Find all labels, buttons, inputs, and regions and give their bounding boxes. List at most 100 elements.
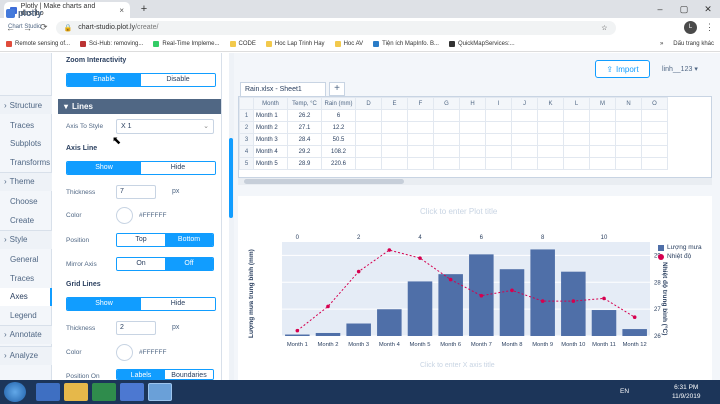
language-indicator[interactable]: EN (620, 388, 629, 395)
labels-button[interactable]: Labels (117, 370, 165, 379)
grid-cell[interactable]: 220.6 (321, 157, 356, 170)
column-header[interactable]: H (459, 97, 486, 110)
grid-cell[interactable] (433, 133, 460, 146)
sheet-tab[interactable]: Rain.xlsx - Sheet1 (240, 82, 326, 96)
grid-scrollbar[interactable] (238, 178, 712, 185)
bookmark-item[interactable]: Sci-Hub: removing... (80, 41, 143, 47)
grid-cell[interactable] (641, 145, 668, 158)
column-header[interactable]: M (589, 97, 616, 110)
zoom-disable-button[interactable]: Disable (141, 74, 215, 86)
nav-item-traces[interactable]: Traces (0, 269, 52, 287)
grid-cell[interactable] (615, 157, 642, 170)
nav-section-structure[interactable]: › Structure (0, 95, 52, 114)
avatar[interactable]: L (684, 21, 697, 34)
grid-cell[interactable] (485, 121, 512, 134)
grid-cell[interactable]: 28.9 (287, 157, 322, 170)
grid-cell[interactable] (511, 121, 538, 134)
grid-cell[interactable] (355, 121, 382, 134)
grid-cell[interactable] (563, 133, 590, 146)
grid-cell[interactable]: 12.2 (321, 121, 356, 134)
nav-item-legend[interactable]: Legend (0, 306, 52, 324)
grid-cell[interactable]: 50.5 (321, 133, 356, 146)
grid-cell[interactable] (381, 109, 408, 122)
row-header[interactable]: 2 (239, 121, 254, 134)
nav-item-subplots[interactable]: Subplots (0, 135, 52, 153)
column-header[interactable]: E (381, 97, 408, 110)
grid-thickness-input[interactable]: 2 (116, 321, 156, 335)
grid-cell[interactable] (615, 145, 642, 158)
grid-cell[interactable] (459, 145, 486, 158)
grid-cell[interactable] (485, 133, 512, 146)
grid-cell[interactable] (459, 157, 486, 170)
grid-cell[interactable] (433, 157, 460, 170)
grid-cell[interactable]: 26.2 (287, 109, 322, 122)
grid-corner[interactable] (239, 97, 254, 110)
grid-cell[interactable] (537, 121, 564, 134)
grid-cell[interactable]: 29.2 (287, 145, 322, 158)
axis-line-show-button[interactable]: Show (67, 162, 141, 174)
nav-item-general[interactable]: General (0, 251, 52, 269)
star-icon[interactable]: ☆ (601, 24, 607, 32)
grid-cell[interactable] (511, 145, 538, 158)
grid-cell[interactable] (381, 145, 408, 158)
grid-cell[interactable] (615, 121, 642, 134)
grid-cell[interactable]: 6 (321, 109, 356, 122)
column-header[interactable]: G (433, 97, 460, 110)
column-header[interactable]: F (407, 97, 434, 110)
grid-cell[interactable] (459, 121, 486, 134)
grid-cell[interactable] (537, 145, 564, 158)
zoom-enable-button[interactable]: Enable (67, 74, 141, 86)
grid-cell[interactable] (641, 121, 668, 134)
url-field[interactable]: 🔒 chart-studio.plot.ly/create/ ☆ (55, 20, 616, 35)
column-header[interactable]: N (615, 97, 642, 110)
grid-cell[interactable] (355, 145, 382, 158)
close-tab-icon[interactable]: × (119, 6, 124, 15)
row-header[interactable]: 4 (239, 145, 254, 158)
nav-section-analyze[interactable]: › Analyze (0, 345, 52, 365)
grid-cell[interactable] (407, 121, 434, 134)
grid-cell[interactable] (355, 157, 382, 170)
grid-cell[interactable] (407, 157, 434, 170)
grid-cell[interactable]: Month 1 (253, 109, 288, 122)
minimize-icon[interactable]: – (648, 0, 672, 18)
system-clock[interactable]: 6:31 PM 11/9/2019 (672, 383, 700, 401)
grid-cell[interactable] (563, 145, 590, 158)
grid-cell[interactable] (511, 109, 538, 122)
column-header[interactable]: Temp, °C (287, 97, 322, 110)
grid-cell[interactable] (641, 109, 668, 122)
bookmark-item[interactable]: Hoc Lap Trinh Hay (265, 41, 325, 47)
nav-item-axes[interactable]: Axes (0, 287, 52, 306)
column-header[interactable]: Month (253, 97, 288, 110)
grid-cell[interactable] (407, 145, 434, 158)
grid-cell[interactable]: Month 4 (253, 145, 288, 158)
grid-cell[interactable] (355, 109, 382, 122)
grid-cell[interactable] (485, 145, 512, 158)
maximize-icon[interactable]: ▢ (672, 0, 696, 18)
grid-cell[interactable] (537, 157, 564, 170)
row-header[interactable]: 1 (239, 109, 254, 122)
grid-show-button[interactable]: Show (67, 298, 141, 310)
column-header[interactable]: K (537, 97, 564, 110)
grid-cell[interactable] (589, 157, 616, 170)
excel-icon[interactable] (92, 383, 116, 401)
y-axis-title[interactable]: Lượng mưa trung bình (mm) (248, 249, 255, 338)
legend-item-temp[interactable]: Nhiệt độ (658, 253, 702, 260)
new-tab-button[interactable]: + (137, 3, 151, 16)
close-window-icon[interactable]: ✕ (696, 0, 720, 18)
nav-item-create[interactable]: Create (0, 211, 52, 229)
import-button[interactable]: ⇪ Import (595, 60, 650, 78)
grid-cell[interactable] (485, 157, 512, 170)
nav-section-annotate[interactable]: › Annotate (0, 324, 52, 344)
axis-line-hide-button[interactable]: Hide (141, 162, 215, 174)
row-header[interactable]: 3 (239, 133, 254, 146)
grid-cell[interactable] (433, 109, 460, 122)
grid-cell[interactable]: 108.2 (321, 145, 356, 158)
grid-cell[interactable] (459, 109, 486, 122)
grid-cell[interactable]: Month 2 (253, 121, 288, 134)
grid-cell[interactable]: Month 3 (253, 133, 288, 146)
menu-icon[interactable]: ⋮ (705, 22, 714, 33)
grid-cell[interactable] (485, 109, 512, 122)
grid-cell[interactable] (537, 133, 564, 146)
grid-cell[interactable]: Month 5 (253, 157, 288, 170)
add-sheet-button[interactable]: + (329, 82, 345, 96)
